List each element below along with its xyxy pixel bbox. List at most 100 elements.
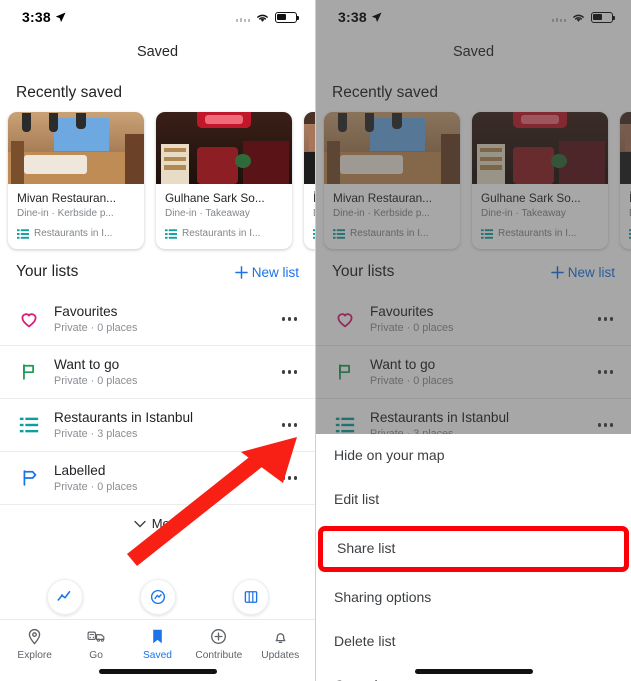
phone-screen-left: 3:38 Saved Recently saved Mivan Restaura… <box>0 0 315 681</box>
label-p-icon <box>23 470 37 486</box>
card-list-name: Restaurants in I... <box>182 228 261 239</box>
list-item-restaurants-in-istanbul[interactable]: Restaurants in Istanbul Private · 3 plac… <box>0 399 315 452</box>
sheet-item-label: Share list <box>337 540 396 556</box>
nav-go[interactable]: Go <box>66 627 126 661</box>
recently-saved-heading: Recently saved <box>16 84 122 101</box>
sheet-item-share-list[interactable]: Share list <box>318 526 629 572</box>
page-title-text: Saved <box>136 44 179 60</box>
updates-circle-icon <box>150 589 165 605</box>
flag-icon <box>23 364 34 380</box>
plus-circle-icon <box>211 629 227 644</box>
chip-updates[interactable] <box>139 579 176 615</box>
sheet-item-hide-on-your-map[interactable]: Hide on your map <box>316 434 631 478</box>
new-list-button[interactable]: New list <box>234 264 299 280</box>
card-list-row: Restaurants in I... <box>17 228 135 239</box>
saved-card[interactable]: İstan Dine-i Re <box>304 112 315 249</box>
sheet-item-label: Edit list <box>334 491 380 507</box>
list-item-want-to-go[interactable]: Want to go Private · 0 places <box>0 346 315 399</box>
saved-card[interactable]: Mivan Restauran... Dine-in · Kerbside p.… <box>8 112 144 249</box>
recently-saved-header: Recently saved <box>0 70 315 112</box>
nav-updates-label: Updates <box>261 650 300 661</box>
nav-contribute-label: Contribute <box>195 650 243 661</box>
chip-trending[interactable] <box>46 579 83 615</box>
nav-updates[interactable]: Updates <box>250 627 310 661</box>
chip-map[interactable] <box>232 579 269 615</box>
card-list-name: Restaurants in I... <box>34 228 113 239</box>
your-lists: Favourites Private · 0 places Want to go… <box>0 293 315 543</box>
list-item-name: Labelled <box>54 463 106 478</box>
status-right <box>235 11 299 23</box>
nav-contribute[interactable]: Contribute <box>189 627 249 661</box>
card-image <box>8 112 144 184</box>
list-item-labelled[interactable]: Labelled Private · 0 places <box>0 452 315 505</box>
sheet-item-edit-list[interactable]: Edit list <box>316 478 631 522</box>
action-sheet: Hide on your map Edit list Share list Sh… <box>316 434 631 681</box>
heart-icon <box>21 313 37 328</box>
page-title: Saved <box>0 34 315 70</box>
home-indicator <box>414 669 533 674</box>
bell-icon <box>275 633 286 643</box>
list-item-text: Favourites Private · 0 places <box>54 304 266 334</box>
nav-saved-label: Saved <box>143 650 172 661</box>
sheet-item-label: Sharing options <box>334 589 432 605</box>
your-lists-heading: Your lists <box>16 263 79 280</box>
status-clock: 3:38 <box>22 9 51 25</box>
more-label: More <box>151 516 182 531</box>
list-icon <box>165 228 177 239</box>
plus-icon <box>234 265 248 279</box>
sheet-item-label: Cancel <box>334 677 378 681</box>
list-item-name: Restaurants in Istanbul <box>54 410 194 425</box>
wifi-icon <box>257 14 268 22</box>
list-item-name: Favourites <box>54 304 118 319</box>
list-item-meta: Private · 0 places <box>54 375 138 387</box>
your-lists-header: Your lists New list <box>0 249 315 291</box>
list-item-text: Restaurants in Istanbul Private · 3 plac… <box>54 410 266 440</box>
nav-go-label: Go <box>89 650 103 661</box>
sheet-item-delete-list[interactable]: Delete list <box>316 620 631 664</box>
card-title: Mivan Restauran... <box>17 191 117 205</box>
list-item-meta: Private · 3 places <box>54 428 138 440</box>
signal-icon <box>235 13 250 22</box>
nav-saved[interactable]: Saved <box>127 627 187 661</box>
dual-screenshot: 3:38 Saved Recently saved Mivan Restaura… <box>0 0 631 681</box>
card-list-row: Restaurants in I... <box>165 228 283 239</box>
pin-icon <box>28 628 41 645</box>
recently-saved-cards: Mivan Restauran... Dine-in · Kerbside p.… <box>0 112 315 249</box>
status-left: 3:38 <box>22 9 66 25</box>
card-subtitle: Dine-in · Takeaway <box>165 208 250 219</box>
list-overflow-menu-button[interactable] <box>280 311 299 326</box>
list-item-name: Want to go <box>54 357 120 372</box>
map-icon <box>244 591 257 603</box>
list-item-meta: Private · 0 places <box>54 481 138 493</box>
card-image <box>304 112 315 184</box>
list-icon <box>19 417 39 433</box>
list-icon <box>17 228 29 239</box>
new-list-label: New list <box>251 264 299 280</box>
quick-action-chips <box>0 579 315 615</box>
more-button[interactable]: More <box>0 505 315 543</box>
card-subtitle: Dine-in · Kerbside p... <box>17 208 114 219</box>
sheet-item-label: Delete list <box>334 633 396 649</box>
card-body: İstan Dine-i Re <box>304 184 315 249</box>
list-item-favourites[interactable]: Favourites Private · 0 places <box>0 293 315 346</box>
home-indicator <box>98 669 217 674</box>
navigation-arrow-icon <box>55 11 66 22</box>
list-overflow-menu-button[interactable] <box>280 417 299 432</box>
card-body: Mivan Restauran... Dine-in · Kerbside p.… <box>8 184 144 249</box>
list-overflow-menu-button[interactable] <box>280 470 299 485</box>
sheet-item-sharing-options[interactable]: Sharing options <box>316 576 631 620</box>
trending-icon <box>57 591 70 601</box>
battery-icon <box>275 11 299 23</box>
bookmark-icon <box>153 629 162 644</box>
list-item-meta: Private · 0 places <box>54 322 138 334</box>
transit-icon <box>87 631 104 642</box>
chevron-down-icon <box>133 520 146 527</box>
list-overflow-menu-button[interactable] <box>280 364 299 379</box>
card-image <box>156 112 292 184</box>
saved-card[interactable]: Gulhane Sark So... Dine-in · Takeaway Re… <box>156 112 292 249</box>
status-bar: 3:38 <box>0 0 315 34</box>
list-item-text: Labelled Private · 0 places <box>54 463 266 493</box>
nav-explore[interactable]: Explore <box>5 627 65 661</box>
phone-screen-right: 3:38 Saved Recently saved Mivan Restaura… <box>315 0 631 681</box>
card-body: Gulhane Sark So... Dine-in · Takeaway Re… <box>156 184 292 249</box>
